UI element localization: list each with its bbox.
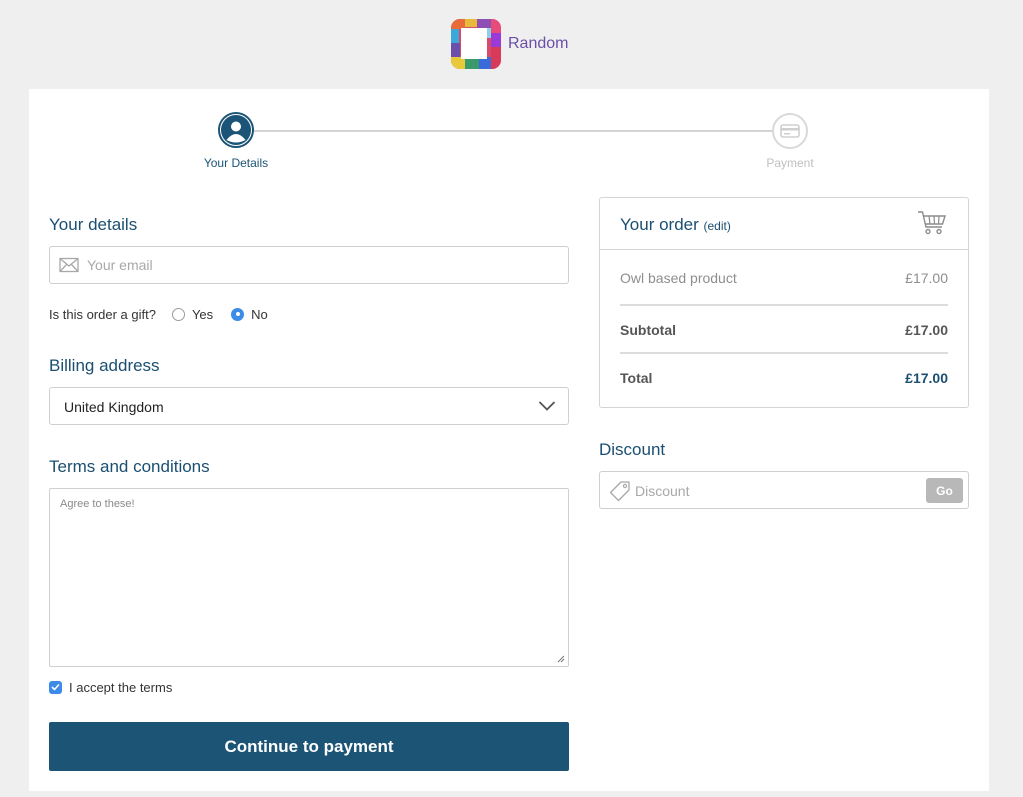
order-title: Your order (edit)	[620, 215, 731, 235]
country-select[interactable]: United Kingdom	[49, 387, 569, 425]
progress-stepper: Your Details Payment	[29, 89, 989, 189]
continue-to-payment-button[interactable]: Continue to payment	[49, 722, 569, 771]
checkmark-icon	[51, 683, 60, 691]
checkout-card: Your Details Payment Your details Is thi…	[29, 89, 989, 791]
price-tag-icon	[609, 481, 630, 502]
total-row: Total £17.00	[620, 370, 948, 386]
discount-go-button[interactable]: Go	[926, 478, 963, 503]
terms-text: Agree to these!	[60, 498, 135, 510]
terms-textarea[interactable]: Agree to these!	[49, 488, 569, 667]
subtotal-row: Subtotal £17.00	[620, 322, 948, 338]
total-value: £17.00	[905, 370, 948, 386]
envelope-icon	[59, 257, 79, 273]
discount-heading: Discount	[599, 440, 666, 459]
accept-terms-label[interactable]: I accept the terms	[69, 680, 172, 695]
your-details-heading: Your details	[49, 215, 138, 234]
order-divider	[620, 352, 948, 354]
email-field[interactable]	[49, 246, 569, 284]
chevron-down-icon	[538, 401, 556, 411]
stepper-line	[236, 130, 789, 132]
user-icon	[221, 115, 251, 145]
gift-no-label[interactable]: No	[251, 307, 268, 322]
step-label-payment: Payment	[766, 156, 814, 170]
gift-yes-radio[interactable]	[171, 307, 185, 321]
gift-question-row: Is this order a gift? Yes No	[49, 305, 268, 323]
order-summary-header: Your order (edit)	[600, 198, 968, 250]
order-title-text: Your order	[620, 215, 699, 234]
subtotal-label: Subtotal	[620, 322, 676, 338]
total-label: Total	[620, 370, 653, 386]
resize-grip-icon[interactable]	[557, 655, 565, 663]
order-item-name: Owl based product	[620, 270, 737, 286]
order-item-price: £17.00	[905, 270, 948, 286]
brand-name: Random	[508, 35, 569, 52]
accept-terms-row[interactable]: I accept the terms	[49, 679, 172, 695]
order-item-row: Owl based product £17.00	[620, 270, 948, 286]
accept-terms-checkbox[interactable]	[49, 680, 62, 694]
terms-heading: Terms and conditions	[49, 457, 210, 476]
subtotal-value: £17.00	[905, 322, 948, 338]
order-summary: Your order (edit) Owl based product £17.…	[599, 197, 969, 408]
credit-card-icon	[780, 124, 800, 138]
step-your-details[interactable]	[218, 112, 254, 148]
step-label-your-details: Your Details	[203, 156, 269, 170]
step-payment[interactable]	[772, 113, 808, 149]
gift-no-radio[interactable]	[231, 307, 245, 321]
brand-logo	[451, 19, 501, 69]
email-input[interactable]	[87, 255, 547, 275]
cart-icon	[918, 211, 946, 235]
country-select-value: United Kingdom	[64, 399, 164, 415]
gift-question-label: Is this order a gift?	[49, 306, 156, 322]
order-edit-link[interactable]: (edit)	[704, 219, 731, 233]
billing-address-heading: Billing address	[49, 356, 160, 375]
gift-yes-label[interactable]: Yes	[192, 307, 213, 322]
order-divider	[620, 304, 948, 306]
discount-field[interactable]: Go	[599, 471, 969, 509]
brand-header: Random	[451, 19, 568, 69]
discount-input[interactable]	[635, 481, 915, 501]
